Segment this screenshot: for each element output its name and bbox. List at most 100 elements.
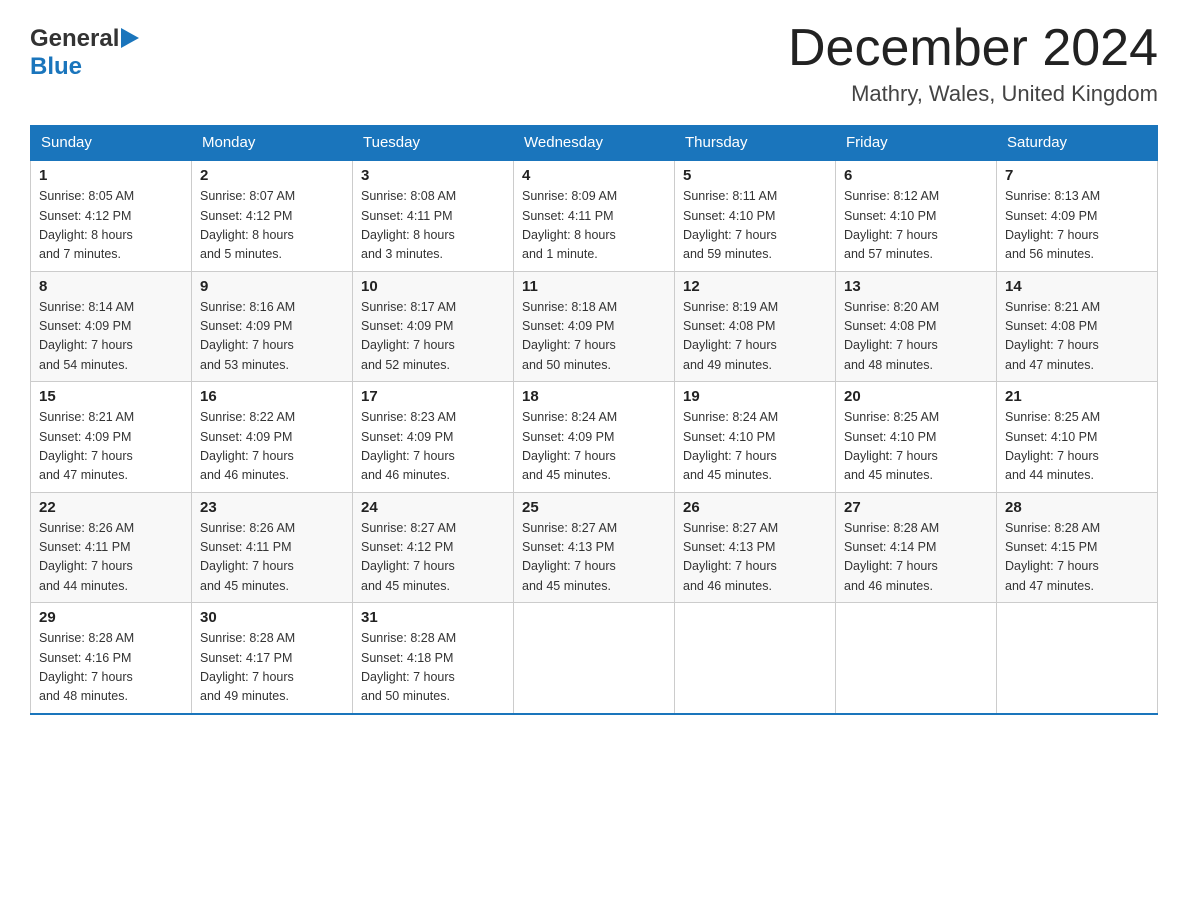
calendar-day-cell: 15 Sunrise: 8:21 AMSunset: 4:09 PMDayligh… <box>31 382 192 493</box>
day-number: 25 <box>522 499 666 516</box>
day-info: Sunrise: 8:22 AMSunset: 4:09 PMDaylight:… <box>200 408 344 486</box>
day-number: 24 <box>361 499 505 516</box>
day-number: 1 <box>39 167 183 184</box>
calendar-day-cell: 4Sunrise: 8:09 AMSunset: 4:11 PMDaylight… <box>514 160 675 271</box>
calendar-day-cell: 8 Sunrise: 8:14 AMSunset: 4:09 PMDaylight… <box>31 271 192 382</box>
day-info: Sunrise: 8:27 AMSunset: 4:13 PMDaylight:… <box>522 519 666 597</box>
day-number: 29 <box>39 609 183 626</box>
day-number: 9 <box>200 278 344 295</box>
day-info: Sunrise: 8:24 AMSunset: 4:10 PMDaylight:… <box>683 408 827 486</box>
header-thursday: Thursday <box>675 126 836 161</box>
day-number: 12 <box>683 278 827 295</box>
calendar-week-row: 15 Sunrise: 8:21 AMSunset: 4:09 PMDayligh… <box>31 382 1158 493</box>
day-info: Sunrise: 8:26 AMSunset: 4:11 PMDaylight:… <box>200 519 344 597</box>
day-number: 7 <box>1005 167 1149 184</box>
day-info: Sunrise: 8:07 AMSunset: 4:12 PMDaylight:… <box>200 187 344 265</box>
day-number: 21 <box>1005 388 1149 405</box>
calendar-day-cell: 2 Sunrise: 8:07 AMSunset: 4:12 PMDaylight… <box>192 160 353 271</box>
day-number: 16 <box>200 388 344 405</box>
calendar-day-cell: 17 Sunrise: 8:23 AMSunset: 4:09 PMDayligh… <box>353 382 514 493</box>
calendar-day-cell: 5 Sunrise: 8:11 AMSunset: 4:10 PMDaylight… <box>675 160 836 271</box>
day-info: Sunrise: 8:28 AMSunset: 4:15 PMDaylight:… <box>1005 519 1149 597</box>
calendar-day-cell <box>514 603 675 714</box>
calendar-day-cell: 14 Sunrise: 8:21 AMSunset: 4:08 PMDayligh… <box>997 271 1158 382</box>
day-number: 15 <box>39 388 183 405</box>
calendar-day-cell: 9 Sunrise: 8:16 AMSunset: 4:09 PMDaylight… <box>192 271 353 382</box>
day-info: Sunrise: 8:28 AMSunset: 4:14 PMDaylight:… <box>844 519 988 597</box>
calendar-day-cell: 22 Sunrise: 8:26 AMSunset: 4:11 PMDayligh… <box>31 492 192 603</box>
calendar-day-cell: 12 Sunrise: 8:19 AMSunset: 4:08 PMDayligh… <box>675 271 836 382</box>
calendar-day-cell: 31 Sunrise: 8:28 AMSunset: 4:18 PMDayligh… <box>353 603 514 714</box>
day-number: 6 <box>844 167 988 184</box>
day-info: Sunrise: 8:28 AMSunset: 4:16 PMDaylight:… <box>39 629 183 707</box>
day-info: Sunrise: 8:09 AMSunset: 4:11 PMDaylight:… <box>522 187 666 265</box>
day-number: 27 <box>844 499 988 516</box>
day-info: Sunrise: 8:21 AMSunset: 4:09 PMDaylight:… <box>39 408 183 486</box>
calendar-day-cell: 16 Sunrise: 8:22 AMSunset: 4:09 PMDayligh… <box>192 382 353 493</box>
month-year-title: December 2024 <box>788 20 1158 77</box>
day-number: 26 <box>683 499 827 516</box>
logo-arrow-icon <box>121 28 139 53</box>
day-info: Sunrise: 8:23 AMSunset: 4:09 PMDaylight:… <box>361 408 505 486</box>
day-number: 22 <box>39 499 183 516</box>
day-number: 14 <box>1005 278 1149 295</box>
calendar-day-cell <box>675 603 836 714</box>
day-info: Sunrise: 8:16 AMSunset: 4:09 PMDaylight:… <box>200 298 344 376</box>
day-info: Sunrise: 8:21 AMSunset: 4:08 PMDaylight:… <box>1005 298 1149 376</box>
location-subtitle: Mathry, Wales, United Kingdom <box>788 81 1158 107</box>
calendar-day-cell <box>997 603 1158 714</box>
page-header: General Blue December 2024 Mathry, Wales… <box>30 20 1158 107</box>
calendar-day-cell: 1Sunrise: 8:05 AMSunset: 4:12 PMDaylight… <box>31 160 192 271</box>
day-number: 17 <box>361 388 505 405</box>
header-saturday: Saturday <box>997 126 1158 161</box>
header-sunday: Sunday <box>31 126 192 161</box>
calendar-table: Sunday Monday Tuesday Wednesday Thursday… <box>30 125 1158 715</box>
calendar-week-row: 22 Sunrise: 8:26 AMSunset: 4:11 PMDayligh… <box>31 492 1158 603</box>
title-block: December 2024 Mathry, Wales, United King… <box>788 20 1158 107</box>
day-number: 30 <box>200 609 344 626</box>
day-info: Sunrise: 8:18 AMSunset: 4:09 PMDaylight:… <box>522 298 666 376</box>
calendar-day-cell: 20 Sunrise: 8:25 AMSunset: 4:10 PMDayligh… <box>836 382 997 493</box>
header-monday: Monday <box>192 126 353 161</box>
day-info: Sunrise: 8:25 AMSunset: 4:10 PMDaylight:… <box>844 408 988 486</box>
logo: General Blue <box>30 25 139 81</box>
day-info: Sunrise: 8:27 AMSunset: 4:12 PMDaylight:… <box>361 519 505 597</box>
day-info: Sunrise: 8:28 AMSunset: 4:18 PMDaylight:… <box>361 629 505 707</box>
day-info: Sunrise: 8:19 AMSunset: 4:08 PMDaylight:… <box>683 298 827 376</box>
day-number: 20 <box>844 388 988 405</box>
calendar-day-cell: 7 Sunrise: 8:13 AMSunset: 4:09 PMDaylight… <box>997 160 1158 271</box>
day-number: 31 <box>361 609 505 626</box>
day-info: Sunrise: 8:24 AMSunset: 4:09 PMDaylight:… <box>522 408 666 486</box>
logo-blue: Blue <box>30 53 82 80</box>
logo-general: General <box>30 25 119 53</box>
calendar-day-cell: 13Sunrise: 8:20 AMSunset: 4:08 PMDayligh… <box>836 271 997 382</box>
day-info: Sunrise: 8:17 AMSunset: 4:09 PMDaylight:… <box>361 298 505 376</box>
day-number: 2 <box>200 167 344 184</box>
calendar-day-cell: 3 Sunrise: 8:08 AMSunset: 4:11 PMDaylight… <box>353 160 514 271</box>
day-info: Sunrise: 8:13 AMSunset: 4:09 PMDaylight:… <box>1005 187 1149 265</box>
calendar-day-cell: 23 Sunrise: 8:26 AMSunset: 4:11 PMDayligh… <box>192 492 353 603</box>
header-tuesday: Tuesday <box>353 126 514 161</box>
day-info: Sunrise: 8:11 AMSunset: 4:10 PMDaylight:… <box>683 187 827 265</box>
day-info: Sunrise: 8:08 AMSunset: 4:11 PMDaylight:… <box>361 187 505 265</box>
day-number: 23 <box>200 499 344 516</box>
day-number: 3 <box>361 167 505 184</box>
calendar-day-cell <box>836 603 997 714</box>
day-info: Sunrise: 8:14 AMSunset: 4:09 PMDaylight:… <box>39 298 183 376</box>
day-info: Sunrise: 8:25 AMSunset: 4:10 PMDaylight:… <box>1005 408 1149 486</box>
calendar-week-row: 8 Sunrise: 8:14 AMSunset: 4:09 PMDaylight… <box>31 271 1158 382</box>
weekday-header-row: Sunday Monday Tuesday Wednesday Thursday… <box>31 126 1158 161</box>
day-number: 11 <box>522 278 666 295</box>
calendar-week-row: 1Sunrise: 8:05 AMSunset: 4:12 PMDaylight… <box>31 160 1158 271</box>
day-number: 5 <box>683 167 827 184</box>
header-wednesday: Wednesday <box>514 126 675 161</box>
day-number: 8 <box>39 278 183 295</box>
calendar-day-cell: 30 Sunrise: 8:28 AMSunset: 4:17 PMDayligh… <box>192 603 353 714</box>
calendar-day-cell: 28Sunrise: 8:28 AMSunset: 4:15 PMDayligh… <box>997 492 1158 603</box>
day-info: Sunrise: 8:26 AMSunset: 4:11 PMDaylight:… <box>39 519 183 597</box>
day-info: Sunrise: 8:28 AMSunset: 4:17 PMDaylight:… <box>200 629 344 707</box>
day-number: 18 <box>522 388 666 405</box>
calendar-day-cell: 18 Sunrise: 8:24 AMSunset: 4:09 PMDayligh… <box>514 382 675 493</box>
day-info: Sunrise: 8:27 AMSunset: 4:13 PMDaylight:… <box>683 519 827 597</box>
calendar-day-cell: 27 Sunrise: 8:28 AMSunset: 4:14 PMDayligh… <box>836 492 997 603</box>
